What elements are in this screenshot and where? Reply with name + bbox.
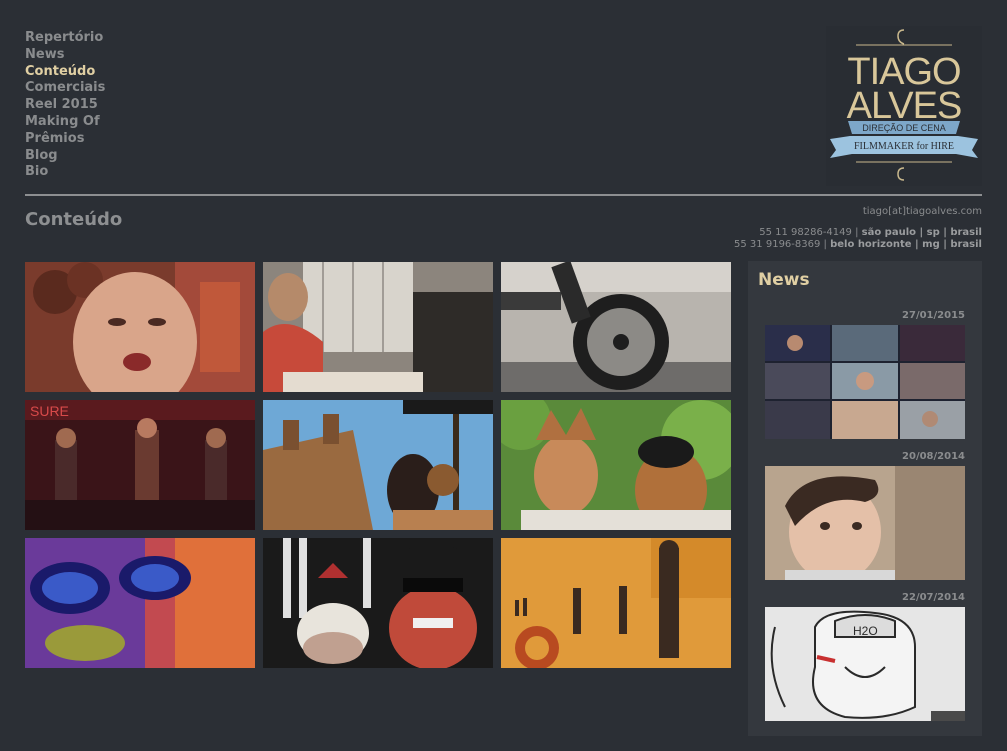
video-thumbnail[interactable] [25, 262, 255, 392]
header-divider [25, 194, 982, 196]
nav-item-reel-2015[interactable]: Reel 2015 [25, 97, 185, 114]
contact-line-bh: 55 31 9196-8369 | belo horizonte | mg | … [734, 239, 982, 252]
thumbnail-image: SURE [25, 400, 255, 530]
news-date: 27/01/2015 [902, 310, 965, 321]
nav-item-conteudo[interactable]: Conteúdo [25, 64, 185, 81]
video-thumbnail[interactable]: SURE [25, 400, 255, 530]
site-logo[interactable]: TIAGO ALVES DIREÇÃO DE CENA FILMMAKER fo… [826, 26, 982, 186]
thumbnail-image [501, 538, 731, 668]
svg-text:SURE: SURE [30, 403, 69, 419]
contact-line-sp: 55 11 98286-4149 | são paulo | sp | bras… [734, 227, 982, 240]
news-thumbnail[interactable]: H2O [765, 607, 965, 721]
news-thumbnail[interactable] [765, 325, 965, 439]
thumbnail-image [263, 262, 493, 392]
news-thumbnail[interactable] [765, 466, 965, 580]
logo-graphic: TIAGO ALVES DIREÇÃO DE CENA FILMMAKER fo… [830, 29, 978, 181]
thumbnail-image [765, 325, 965, 439]
nav-item-repertorio[interactable]: Repertório [25, 30, 185, 47]
contact-email[interactable]: tiago[at]tiagoalves.com [734, 206, 982, 219]
video-thumbnail[interactable] [25, 538, 255, 668]
svg-text:ALVES: ALVES [847, 85, 962, 127]
place-sp: são paulo | sp | brasil [861, 226, 982, 238]
video-thumbnail[interactable] [501, 538, 731, 668]
news-sidebar: News 27/01/2015 20/08/2014 22/07/2014 H2… [748, 261, 982, 736]
page-title: Conteúdo [25, 209, 123, 230]
svg-text:H2O: H2O [853, 624, 878, 638]
news-title: News [758, 270, 810, 290]
contact-info: tiago[at]tiagoalves.com 55 11 98286-4149… [734, 206, 982, 252]
thumbnail-image [765, 466, 965, 580]
separator: | [820, 239, 831, 250]
phone-bh: 55 31 9196-8369 [734, 239, 821, 250]
nav-item-making-of[interactable]: Making Of [25, 114, 185, 131]
main-nav: Repertório News Conteúdo Comerciais Reel… [25, 30, 185, 181]
news-date: 20/08/2014 [902, 451, 965, 462]
svg-text:FILMMAKER for HIRE: FILMMAKER for HIRE [854, 141, 954, 152]
thumbnail-image [25, 262, 255, 392]
video-thumbnail[interactable] [263, 400, 493, 530]
svg-text:DIREÇÃO DE CENA: DIREÇÃO DE CENA [862, 123, 946, 133]
news-date: 22/07/2014 [902, 592, 965, 603]
separator: | [851, 226, 862, 238]
nav-item-news[interactable]: News [25, 47, 185, 64]
thumbnail-image: H2O [765, 607, 965, 721]
video-thumbnail[interactable] [263, 262, 493, 392]
nav-item-premios[interactable]: Prêmios [25, 131, 185, 148]
place-bh: belo horizonte | mg | brasil [830, 239, 982, 250]
nav-item-bio[interactable]: Bio [25, 164, 185, 181]
video-thumbnail[interactable] [263, 538, 493, 668]
nav-item-blog[interactable]: Blog [25, 148, 185, 165]
thumbnail-image [25, 538, 255, 668]
thumbnail-image [263, 400, 493, 530]
nav-item-comerciais[interactable]: Comerciais [25, 80, 185, 97]
thumbnail-image [263, 538, 493, 668]
thumbnail-image [501, 262, 731, 392]
thumbnail-image [501, 400, 731, 530]
video-thumbnail[interactable] [501, 400, 731, 530]
video-thumbnail[interactable] [501, 262, 731, 392]
phone-sp: 55 11 98286-4149 [759, 226, 852, 238]
page: Repertório News Conteúdo Comerciais Reel… [0, 0, 1007, 751]
